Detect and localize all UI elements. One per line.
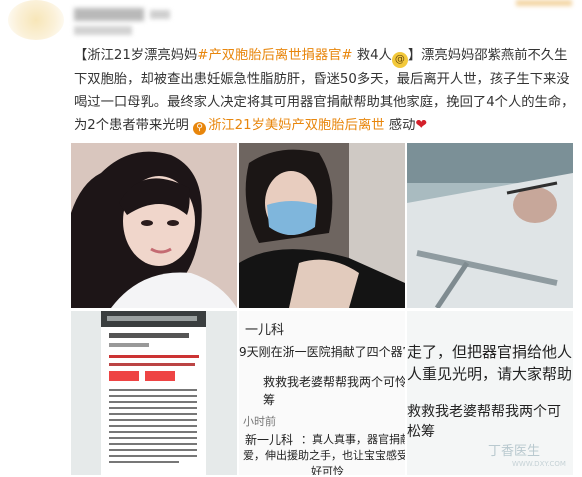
appeal-line: 松筹 [407, 424, 435, 440]
photo-phone-screenshot-article[interactable] [71, 311, 237, 475]
verified-badge-blurred [150, 10, 170, 19]
comment-time: 小时前 [243, 415, 276, 428]
post-text: 【浙江21岁漂亮妈妈#产双胞胎后离世捐器官# 救4人 @ 】漂亮妈妈邵紫燕前不久生下… [74, 44, 576, 137]
dizzy-emoji-icon: @ [391, 52, 408, 68]
article-link[interactable]: 浙江21岁美妈产双胞胎后离世 [208, 118, 384, 133]
username-blurred[interactable] [74, 8, 144, 21]
photo-woman-portrait[interactable] [71, 143, 237, 308]
comment-line: 一儿科 [245, 323, 285, 338]
photo-weibo-comments[interactable]: 一儿科 9天刚在浙一医院捐献了四个器官的 救救我老婆帮帮我两个可怜的儿 筹 小时… [239, 311, 405, 475]
post-header [0, 0, 582, 44]
hospital-bed-illustration [407, 143, 573, 308]
topic-hashtag-link[interactable]: #产双胞胎后离世捐器官# [197, 48, 352, 63]
appeal-line: 救救我老婆帮帮我两个可 [407, 404, 561, 420]
comment-line: 爱，伸出援助之手，也让宝宝感受到 [243, 449, 405, 462]
article-screenshot-illustration [71, 311, 237, 475]
post-text-segment: 救4人 [352, 48, 392, 63]
photo-woman-with-mask[interactable] [239, 143, 405, 308]
comment-line: 救救我老婆帮帮我两个可怜的儿 [263, 375, 405, 389]
watermark-url: WWW.DXY.COM [512, 460, 566, 468]
appeal-line: 走了，但把器官捐给他人 [407, 343, 573, 361]
post-text-segment: 感动 [384, 118, 416, 133]
comment-line: 新一儿科 [245, 433, 294, 447]
link-icon: ⚲ [193, 122, 207, 135]
heart-icon: ❤ [415, 117, 428, 133]
comment-line: 筹 [263, 393, 276, 407]
post-text-segment: 【浙江21岁漂亮妈妈 [74, 48, 198, 63]
comment-line: ：真人真事，器官捐献， [301, 433, 405, 446]
portrait-illustration [71, 143, 237, 308]
photo-hospital-bed[interactable] [407, 143, 573, 308]
comment-line: 好可怜 [311, 465, 344, 475]
watermark-logo: 丁香医生 [488, 444, 541, 459]
masked-woman-illustration [239, 143, 405, 308]
comment-line: 9天刚在浙一医院捐献了四个器官的 [239, 345, 405, 359]
user-avatar[interactable] [8, 0, 64, 40]
post-time-blurred [74, 26, 132, 35]
appeal-line: 人重见光明，请大家帮助 [407, 365, 573, 383]
follow-button-partial[interactable] [516, 0, 572, 6]
